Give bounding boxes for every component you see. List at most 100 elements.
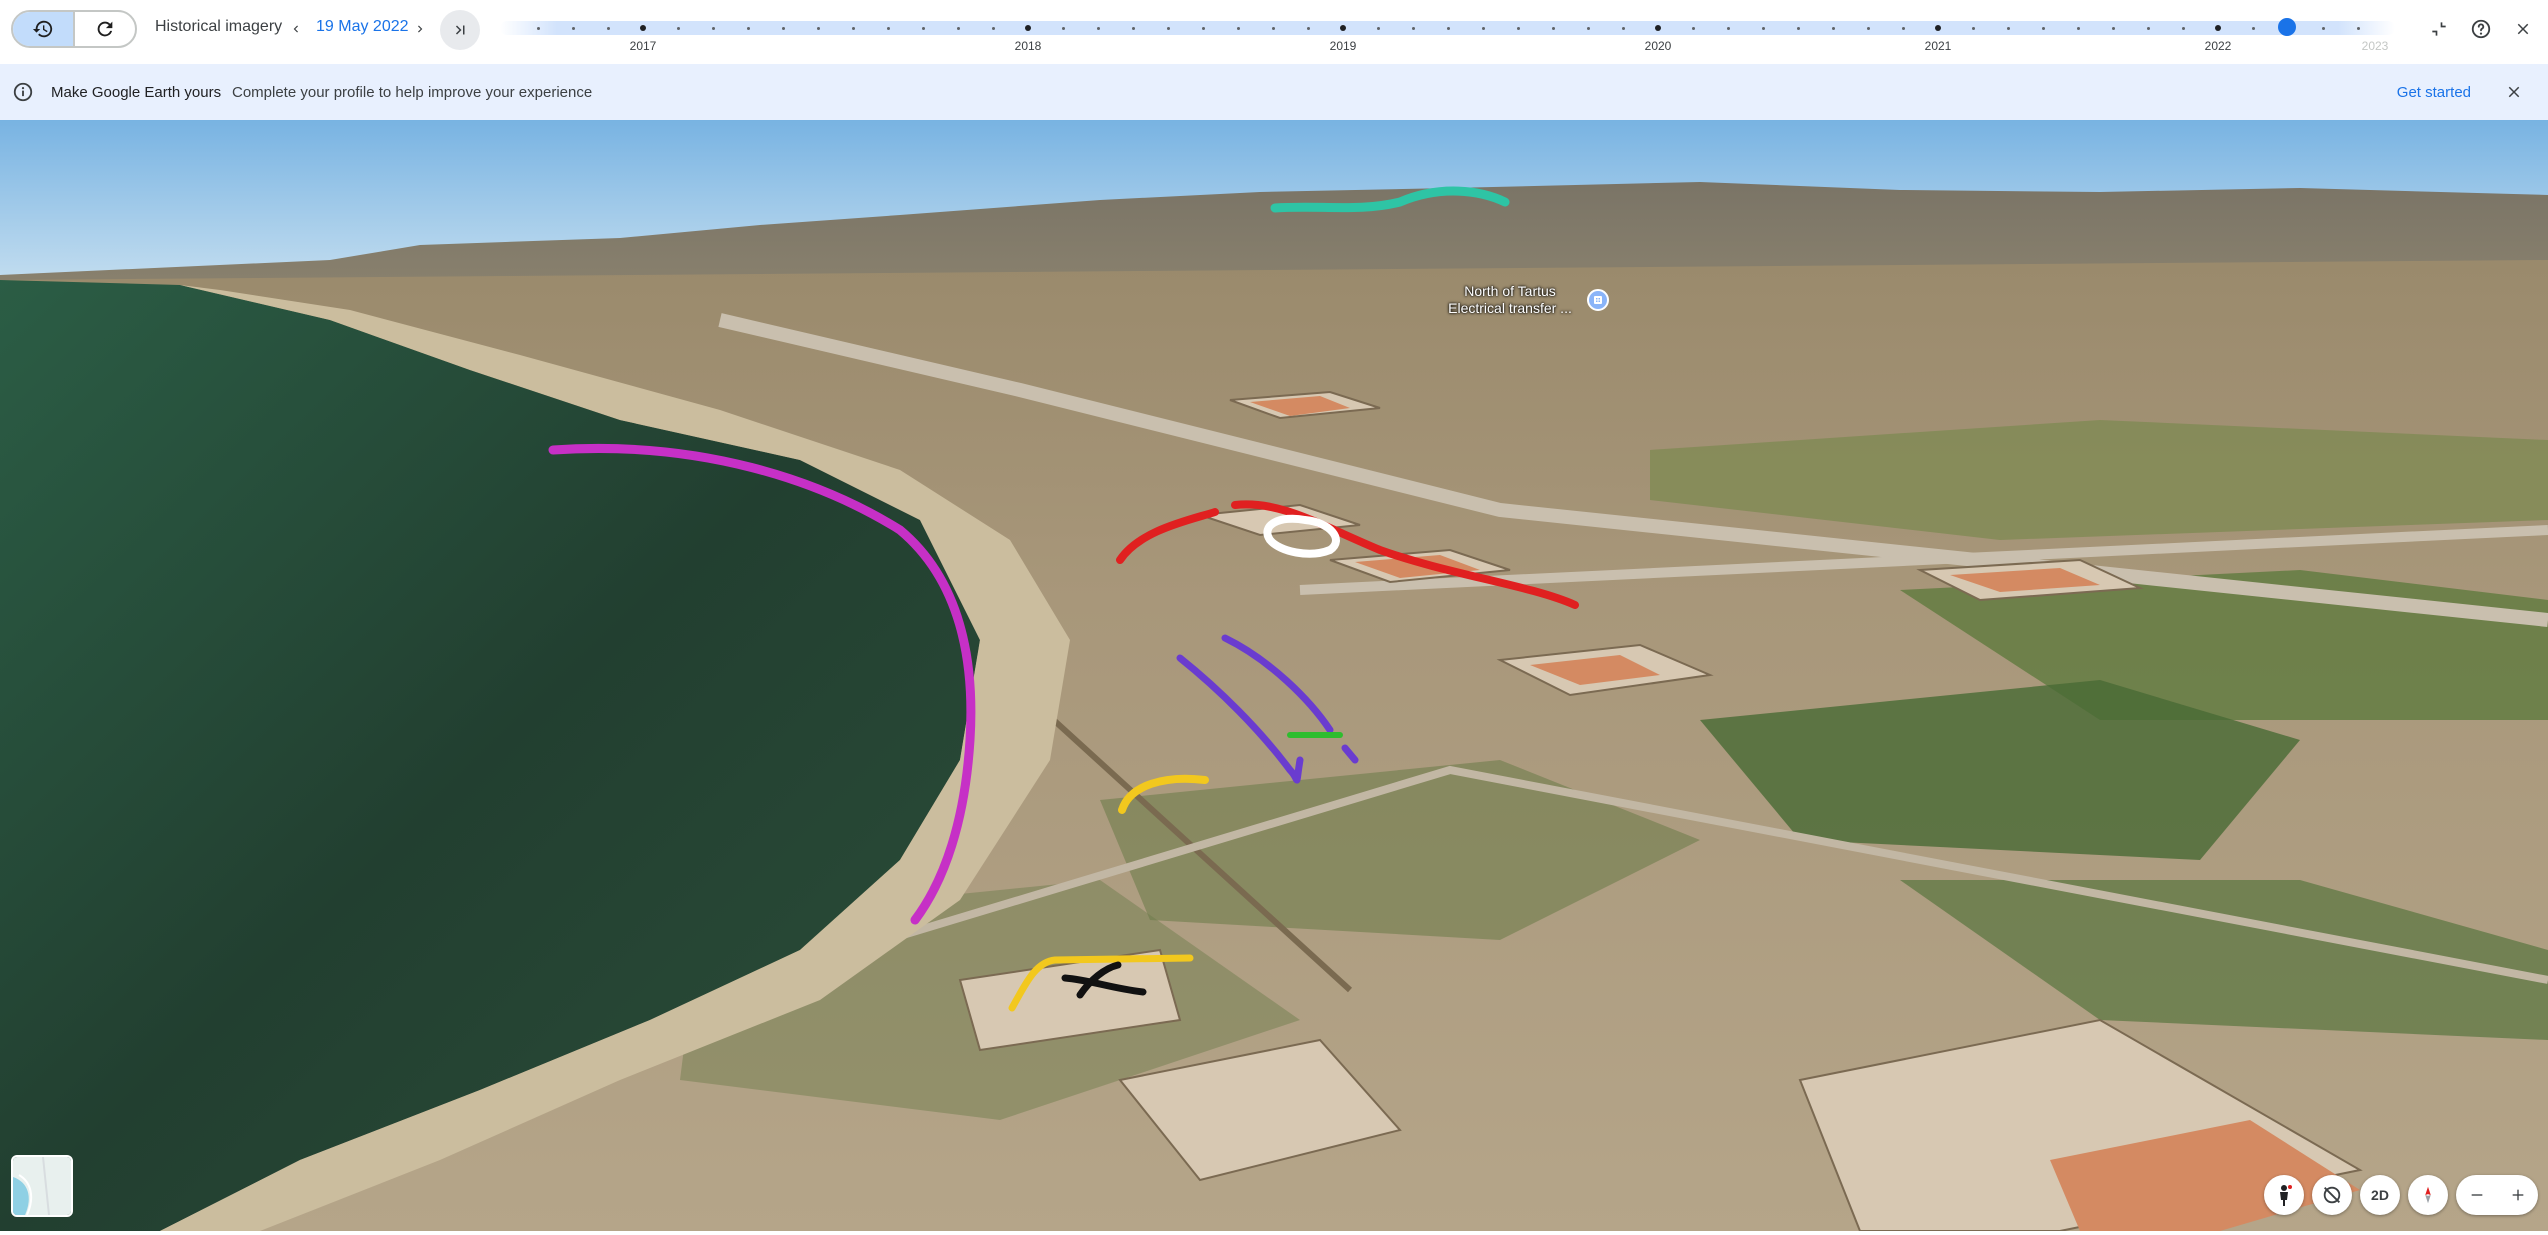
street-view-button[interactable]: [2264, 1175, 2304, 1215]
timeline-tick[interactable]: [957, 26, 960, 30]
place-label[interactable]: North of Tartus Electrical transfer ...: [1420, 283, 1600, 317]
timeline-tick[interactable]: [2252, 26, 2255, 30]
tilt-toggle-button[interactable]: [2312, 1175, 2352, 1215]
aerial-imagery[interactable]: [0, 120, 2548, 1231]
timeline-year-marker[interactable]: [1655, 25, 1661, 31]
skip-to-latest-button[interactable]: [440, 10, 480, 50]
timeline-year-label: 2022: [2204, 39, 2232, 53]
zoom-control: [2456, 1175, 2538, 1215]
historical-imagery-label: Historical imagery: [155, 18, 283, 35]
timeline-tick[interactable]: [992, 26, 995, 30]
timeline-tick[interactable]: [1902, 26, 1905, 30]
chevron-left-icon: [293, 25, 298, 33]
timeline-tick[interactable]: [2007, 26, 2010, 30]
help-button[interactable]: [2466, 14, 2496, 44]
timeline-tick[interactable]: [572, 26, 575, 30]
banner-title: Make Google Earth yours: [51, 84, 222, 101]
place-label-line-1: North of Tartus: [1464, 283, 1556, 299]
close-historical-button[interactable]: [2508, 14, 2538, 44]
get-started-link[interactable]: Get started: [2397, 84, 2471, 101]
timeline-year-marker[interactable]: [2215, 25, 2221, 31]
zoom-in-button[interactable]: [2497, 1175, 2538, 1215]
timeline-tick[interactable]: [1867, 26, 1870, 30]
help-icon: [2471, 19, 2491, 39]
timeline-year-label: 2020: [1644, 39, 1672, 53]
compass-button[interactable]: [2408, 1175, 2448, 1215]
timeline-tick[interactable]: [537, 26, 540, 30]
zoom-out-button[interactable]: [2456, 1175, 2497, 1215]
next-date-button[interactable]: [408, 14, 432, 44]
timeline-tick[interactable]: [2357, 26, 2360, 30]
timeline-tick[interactable]: [1447, 26, 1450, 30]
place-pin-icon[interactable]: [1587, 289, 1609, 311]
profile-banner: Make Google Earth yours Complete your pr…: [0, 64, 2548, 120]
timeline-tick[interactable]: [852, 26, 855, 30]
refresh-icon: [97, 21, 113, 37]
timeline-tick[interactable]: [1307, 26, 1310, 30]
rotation-off-icon: [2323, 1186, 2341, 1204]
timeline-tick[interactable]: [1972, 26, 1975, 30]
place-label-line-2: Electrical transfer ...: [1448, 300, 1572, 316]
timeline-tick[interactable]: [1412, 26, 1415, 30]
timeline-tick[interactable]: [1517, 26, 1520, 30]
timeline-tick[interactable]: [1097, 26, 1100, 30]
timeline-tick[interactable]: [712, 26, 715, 30]
timeline-tick[interactable]: [1832, 26, 1835, 30]
timeline-year-label: 2023: [2361, 39, 2389, 53]
timeline-year-label: 2018: [1014, 39, 1042, 53]
timeline-tick[interactable]: [2077, 26, 2080, 30]
map-controls: 2D: [2264, 1175, 2538, 1215]
timeline-tick[interactable]: [1062, 26, 1065, 30]
timeline-year-label: 2021: [1924, 39, 1952, 53]
collapse-button[interactable]: [2424, 14, 2454, 44]
building-icon: [1594, 296, 1602, 304]
timeline-tick[interactable]: [887, 26, 890, 30]
imagery-date[interactable]: 19 May 2022: [316, 18, 409, 36]
timeline-tick[interactable]: [2147, 26, 2150, 30]
map-layer-icon: [13, 1157, 71, 1215]
timeline-tick[interactable]: [1762, 26, 1765, 30]
view-2d-button[interactable]: 2D: [2360, 1175, 2400, 1215]
timeline-tick[interactable]: [1797, 26, 1800, 30]
timeline-tick[interactable]: [2182, 26, 2185, 30]
timeline-year-marker[interactable]: [1025, 25, 1031, 31]
timeline-tick[interactable]: [817, 26, 820, 30]
banner-close-button[interactable]: [2502, 80, 2526, 104]
map-style-thumbnail[interactable]: [11, 1155, 73, 1217]
timeline-tick[interactable]: [1377, 26, 1380, 30]
timeline-slider[interactable]: 2017 2018 2019 2020 2021 2022 2023: [500, 0, 2395, 58]
timeline-tick[interactable]: [2042, 26, 2045, 30]
timeline-tick[interactable]: [1482, 26, 1485, 30]
timeline-tick[interactable]: [747, 26, 750, 30]
bottom-edge: [0, 1231, 2548, 1235]
previous-date-button[interactable]: [284, 14, 308, 44]
timeline-tick[interactable]: [1552, 26, 1555, 30]
timeline-tick[interactable]: [922, 26, 925, 30]
timeline-tick[interactable]: [1237, 26, 1240, 30]
timeline-year-marker[interactable]: [1935, 25, 1941, 31]
earth-map-view[interactable]: North of Tartus Electrical transfer ...: [0, 120, 2548, 1231]
timeline-year-marker[interactable]: [1340, 25, 1346, 31]
historical-mode-button[interactable]: [13, 12, 73, 46]
timeline-tick[interactable]: [677, 26, 680, 30]
timeline-tick[interactable]: [782, 26, 785, 30]
timeline-tick[interactable]: [607, 26, 610, 30]
banner-message: Complete your profile to help improve yo…: [232, 84, 593, 101]
timeline-handle[interactable]: [2278, 18, 2296, 36]
timeline-tick[interactable]: [1692, 26, 1695, 30]
close-icon: [2508, 86, 2520, 98]
current-mode-button[interactable]: [73, 12, 135, 46]
timeline-tick[interactable]: [1727, 26, 1730, 30]
pegman-icon: [2280, 1185, 2292, 1206]
timeline-tick[interactable]: [1587, 26, 1590, 30]
timeline-tick[interactable]: [1202, 26, 1205, 30]
timeline-tick[interactable]: [1132, 26, 1135, 30]
skip-to-latest-icon: [455, 25, 465, 35]
timeline-year-label: 2019: [1329, 39, 1357, 53]
timeline-tick[interactable]: [1272, 26, 1275, 30]
timeline-tick[interactable]: [2112, 26, 2115, 30]
timeline-tick[interactable]: [2322, 26, 2325, 30]
timeline-tick[interactable]: [1622, 26, 1625, 30]
timeline-year-marker[interactable]: [640, 25, 646, 31]
timeline-tick[interactable]: [1167, 26, 1170, 30]
